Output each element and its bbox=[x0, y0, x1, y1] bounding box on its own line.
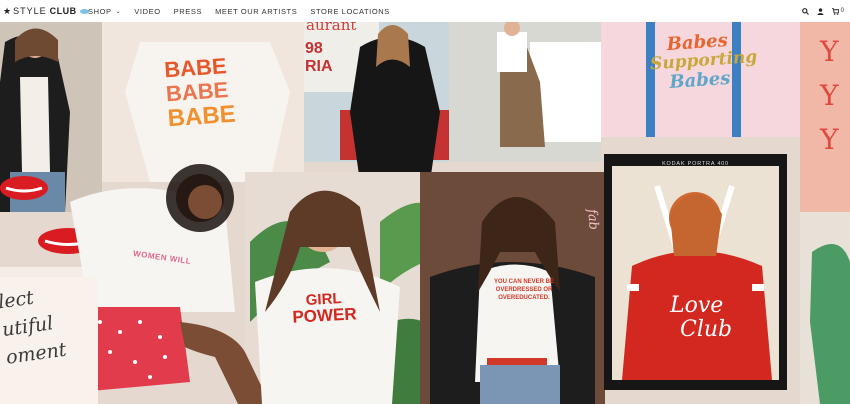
letter-3: Y bbox=[820, 123, 839, 156]
hero-collage: BABE BABE BABE aurant 98 RIA Babes Suppo… bbox=[0, 22, 850, 404]
nav-item-label: VIDEO bbox=[134, 6, 161, 16]
sign-top-text: aurant bbox=[306, 22, 357, 34]
nav-item-press[interactable]: PRESS bbox=[174, 7, 202, 16]
nav-item-label: STORE LOCATIONS bbox=[310, 6, 390, 16]
brand-logo[interactable]: ★ STYLE CLUB bbox=[3, 3, 89, 19]
sign-word: RIA bbox=[305, 58, 333, 75]
red-jacket-illustration bbox=[612, 166, 779, 380]
handwritten-note: lect utiful oment bbox=[0, 280, 68, 372]
polaroid-photo: Love Club bbox=[612, 166, 779, 380]
top-navigation-bar: ★ STYLE CLUB SHOP ⌄ VIDEO PRESS MEET OUR… bbox=[0, 0, 850, 22]
letter-2: Y bbox=[820, 79, 839, 112]
nav-item-shop[interactable]: SHOP ⌄ bbox=[88, 7, 121, 16]
babes-supporting-text: Babes Supporting Babes bbox=[649, 29, 759, 93]
user-icon[interactable] bbox=[817, 7, 824, 15]
overdressed-line-2: OVERDRESSED OR bbox=[495, 287, 553, 293]
love-club-text: Love Club bbox=[670, 294, 732, 342]
love-club-line-1: Love bbox=[670, 293, 724, 318]
overdressed-line-1: YOU CAN NEVER BE bbox=[493, 279, 554, 285]
babe-line-3: BABE bbox=[166, 100, 237, 133]
letter-1: Y bbox=[820, 35, 839, 68]
side-fab-text: fab bbox=[584, 208, 601, 231]
chevron-down-icon: ⌄ bbox=[115, 8, 122, 15]
search-icon[interactable] bbox=[801, 7, 809, 15]
main-nav: SHOP ⌄ VIDEO PRESS MEET OUR ARTISTS STOR… bbox=[88, 0, 403, 22]
nav-item-video[interactable]: VIDEO bbox=[134, 7, 160, 16]
nav-item-label: PRESS bbox=[173, 6, 203, 16]
logo-star-icon: ★ bbox=[3, 5, 13, 16]
kodak-polaroid: KODAK PORTRA 400 Love Club bbox=[604, 154, 787, 390]
sign-text: 98 RIA bbox=[305, 40, 333, 76]
love-club-line-2: Club bbox=[680, 317, 733, 342]
girl-power-line-2: POWER bbox=[291, 304, 358, 327]
logo-text-bold: CLUB bbox=[49, 6, 77, 16]
header-icons: 0 bbox=[801, 0, 844, 22]
sign-number: 98 bbox=[305, 40, 323, 57]
nav-item-label: MEET OUR ARTISTS bbox=[215, 6, 298, 16]
nav-item-meet-our-artists[interactable]: MEET OUR ARTISTS bbox=[215, 7, 297, 16]
girl-power-text: GIRL POWER bbox=[291, 290, 358, 327]
overdressed-line-3: OVEREDUCATED. bbox=[498, 295, 550, 301]
right-letters: Y Y Y bbox=[820, 30, 838, 162]
nav-item-store-locations[interactable]: STORE LOCATIONS bbox=[310, 7, 390, 16]
cart-icon bbox=[831, 7, 839, 15]
cart-count: 0 bbox=[840, 8, 844, 14]
overdressed-text: YOU CAN NEVER BE OVERDRESSED OR OVEREDUC… bbox=[493, 278, 555, 302]
nav-item-label: SHOP bbox=[88, 6, 112, 16]
logo-text: STYLE bbox=[13, 6, 47, 16]
babe-shirt-text: BABE BABE BABE bbox=[163, 53, 237, 133]
babe-line-2: BABE bbox=[165, 77, 230, 107]
cart-button[interactable]: 0 bbox=[831, 7, 844, 15]
